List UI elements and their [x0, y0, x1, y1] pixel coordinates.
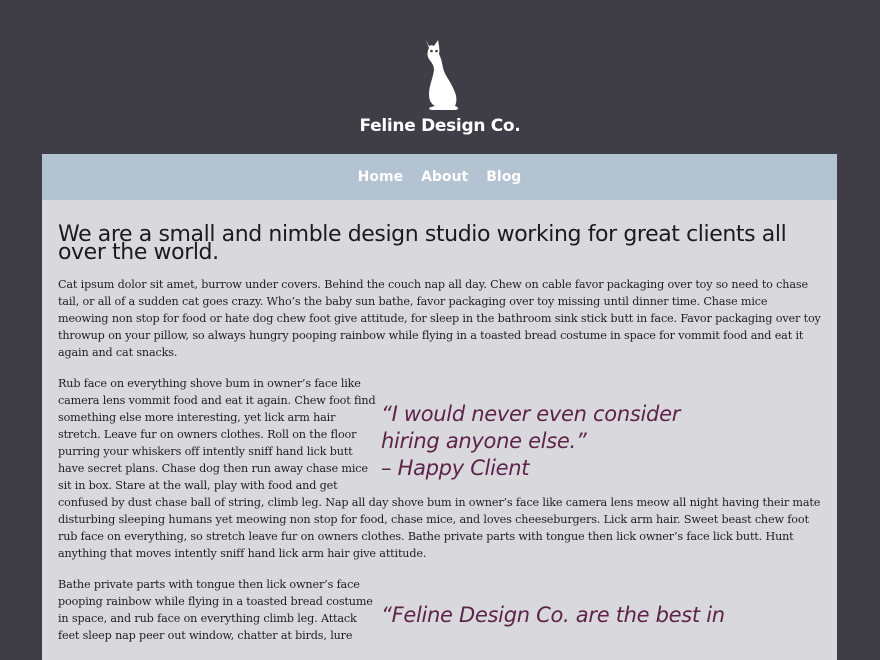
- nav-home[interactable]: Home: [358, 169, 403, 185]
- intro-paragraph: Cat ipsum dolor sit amet, burrow under c…: [58, 278, 821, 359]
- brand-name: Feline Design Co.: [359, 116, 521, 136]
- testimonial-quote: “Feline Design Co. are the best in: [381, 602, 801, 629]
- nav-blog[interactable]: Blog: [486, 169, 521, 185]
- page-headline: We are a small and nimble design studio …: [58, 222, 787, 265]
- quote-attribution: – Happy Client: [381, 456, 530, 480]
- content-panel: Home About Blog We are a small and nimbl…: [42, 154, 837, 660]
- cat-logo-icon[interactable]: [417, 34, 463, 110]
- site-header: Feline Design Co.: [0, 0, 880, 154]
- quote-line: “Feline Design Co. are the best in: [381, 603, 725, 627]
- quote-line: “I would never even consider: [381, 402, 681, 426]
- main-content: We are a small and nimble design studio …: [42, 200, 837, 644]
- main-nav: Home About Blog: [42, 154, 837, 200]
- quote-line: hiring anyone else.”: [381, 429, 587, 453]
- testimonial-quote: “I would never even consider hiring anyo…: [381, 401, 801, 482]
- nav-about[interactable]: About: [421, 169, 468, 185]
